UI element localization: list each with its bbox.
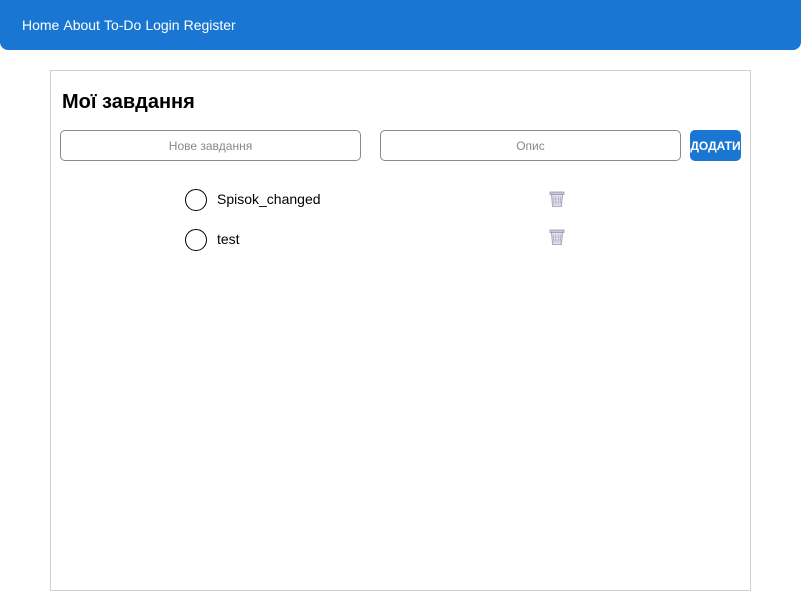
add-task-button[interactable]: ДОДАТИ	[690, 130, 741, 161]
nav-link-register[interactable]: Register	[184, 17, 236, 33]
task-label: Spisok_changed	[217, 191, 321, 207]
task-item: test	[185, 229, 585, 253]
task-checkbox-circle-icon[interactable]	[185, 229, 207, 251]
page-title: Мої завдання	[62, 91, 195, 113]
description-input[interactable]	[380, 130, 681, 161]
task-checkbox-circle-icon[interactable]	[185, 189, 207, 211]
trash-icon[interactable]	[548, 228, 566, 246]
nav-link-login[interactable]: Login	[145, 17, 179, 33]
trash-icon[interactable]	[548, 190, 566, 208]
nav-link-home[interactable]: Home	[22, 17, 59, 33]
task-label: test	[217, 231, 240, 247]
task-item: Spisok_changed	[185, 189, 585, 213]
nav-link-about[interactable]: About	[63, 17, 100, 33]
new-task-input[interactable]	[60, 130, 361, 161]
nav-link-todo[interactable]: To-Do	[104, 17, 141, 33]
top-navbar: Home About To-Do Login Register	[0, 0, 801, 50]
todo-card: Мої завдання ДОДАТИ Spisok_changed test	[50, 70, 751, 591]
